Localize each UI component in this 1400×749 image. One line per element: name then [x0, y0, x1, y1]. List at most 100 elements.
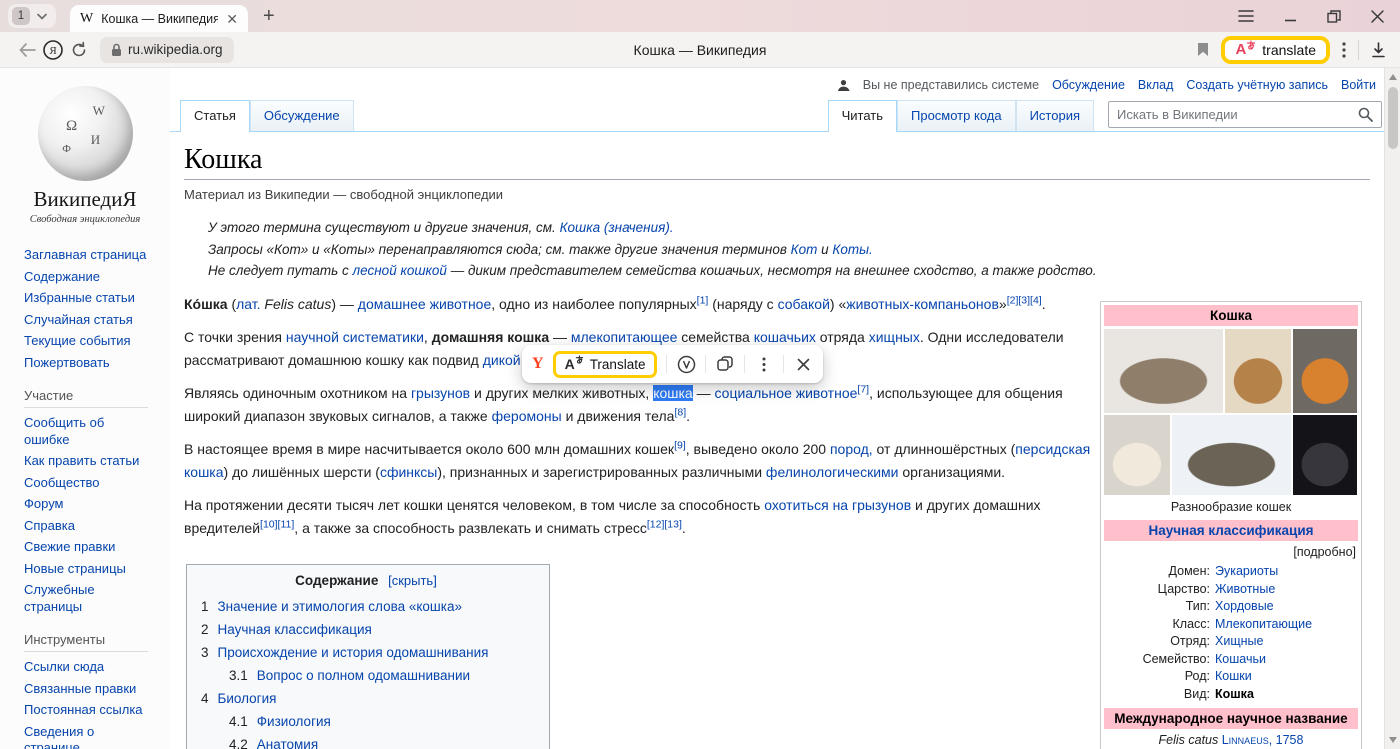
taxonomy-value[interactable]: Кошка — [1215, 686, 1358, 703]
refresh-icon[interactable] — [66, 37, 92, 63]
sidebar-link[interactable]: Новые страницы — [24, 561, 170, 578]
browser-tab-strip: 1 W Кошка — Википедия ✕ + — [0, 0, 1400, 32]
toolbar-translate-button[interactable]: A translate — [1221, 36, 1330, 64]
restore-icon[interactable] — [1327, 10, 1341, 23]
personal-link-contributions[interactable]: Вклад — [1138, 78, 1174, 92]
taxonomy-rank: Отряд: — [1104, 633, 1210, 650]
cat-photo[interactable] — [1225, 329, 1291, 413]
sidebar-link[interactable]: Избранные статьи — [24, 290, 170, 307]
search-icon[interactable] — [1358, 107, 1373, 122]
taxonomy-value[interactable]: Хордовые — [1215, 598, 1358, 615]
binomial-name[interactable]: Felis catus Linnaeus, 1758 — [1104, 729, 1358, 749]
tab-counter-button[interactable]: 1 — [8, 4, 56, 28]
scrollbar-thumb[interactable] — [1388, 87, 1398, 149]
classification-header[interactable]: Научная классификация — [1104, 520, 1358, 541]
toc-hide-toggle[interactable]: [скрыть] — [388, 573, 437, 588]
sidebar-link[interactable]: Сообщество — [24, 475, 170, 492]
toc-item[interactable]: 3.1Вопрос о полном одомашнивании — [201, 664, 531, 687]
tab-close-icon[interactable]: ✕ — [226, 12, 238, 26]
view-tab[interactable]: История — [1016, 100, 1094, 131]
view-tab[interactable]: Просмотр кода — [897, 100, 1016, 131]
copy-icon[interactable] — [715, 354, 735, 374]
cat-photo[interactable] — [1172, 415, 1291, 495]
toc-item-label: Происхождение и история одомашнивания — [218, 645, 489, 660]
wikipedia-favicon: W — [80, 11, 93, 27]
taxonomy-value[interactable]: Животные — [1215, 581, 1358, 598]
sidebar-link[interactable]: Заглавная страница — [24, 247, 170, 264]
toc-item[interactable]: 4Биология — [201, 687, 531, 710]
toc-item[interactable]: 4.2Анатомия — [201, 733, 531, 749]
page-tab[interactable]: Статья — [180, 100, 250, 132]
sidebar-link[interactable]: Содержание — [24, 269, 170, 286]
url-field[interactable]: ru.wikipedia.org — [100, 37, 234, 63]
taxonomy-value[interactable]: Эукариоты — [1215, 563, 1358, 580]
taxonomy-value[interactable]: Млекопитающие — [1215, 616, 1358, 633]
popup-more-icon[interactable] — [754, 354, 774, 374]
sidebar-link[interactable]: Текущие события — [24, 333, 170, 350]
sidebar-link[interactable]: Ссылки сюда — [24, 659, 170, 676]
wikipedia-wordmark: ВикипедиЯ — [0, 187, 170, 212]
cat-photo[interactable] — [1293, 415, 1357, 495]
scrollbar-down-arrow[interactable] — [1389, 737, 1397, 743]
browser-tab[interactable]: W Кошка — Википедия ✕ — [70, 5, 248, 32]
wiki-search-input[interactable] — [1117, 107, 1358, 122]
sidebar-link[interactable]: Сообщить об ошибке — [24, 415, 170, 448]
toc-item[interactable]: 2 Научная классификация — [201, 618, 531, 641]
voice-read-icon[interactable] — [676, 354, 696, 374]
popup-translate-button[interactable]: A Translate — [553, 351, 658, 378]
translate-button-label: translate — [1262, 42, 1316, 58]
cat-photo[interactable] — [1104, 329, 1223, 413]
sidebar-link[interactable]: Справка — [24, 518, 170, 535]
sidebar-link[interactable]: Постоянная ссылка — [24, 702, 170, 719]
sidebar-link[interactable]: Служебные страницы — [24, 582, 170, 615]
page-scrollbar[interactable] — [1384, 68, 1400, 749]
page-tab[interactable]: Обсуждение — [250, 100, 354, 131]
address-bar-actions: A translate — [1197, 36, 1386, 64]
toc-item-number: 2 — [201, 622, 209, 637]
sidebar-link[interactable]: Связанные правки — [24, 681, 170, 698]
sidebar-link[interactable]: Как править статьи — [24, 453, 170, 470]
personal-link-login[interactable]: Войти — [1341, 78, 1376, 92]
toc-item[interactable]: 4.1Физиология — [201, 710, 531, 733]
close-window-icon[interactable] — [1371, 10, 1384, 23]
back-icon[interactable] — [14, 37, 40, 63]
minimize-icon[interactable] — [1284, 10, 1297, 22]
taxobox: Кошка Разнообразие кошек Научная классиф… — [1100, 301, 1362, 749]
toc-item[interactable]: 1Значение и этимология слова «кошка» — [201, 595, 531, 618]
sidebar-link[interactable]: Форум — [24, 496, 170, 513]
tab-title: Кошка — Википедия — [101, 12, 218, 26]
yandex-services-icon[interactable]: Я — [40, 37, 66, 63]
popup-close-icon[interactable] — [793, 354, 813, 374]
scrollbar-up-arrow[interactable] — [1389, 74, 1397, 80]
toc-item[interactable]: 3Происхождение и история одомашнивания — [201, 641, 531, 664]
downloads-icon[interactable] — [1371, 42, 1386, 58]
sidebar-participation-links: Сообщить об ошибке Как править статьи Сооб… — [24, 415, 170, 615]
toc-item-number: 4.1 — [229, 714, 248, 729]
taxonomy-value[interactable]: Кошачьи — [1215, 651, 1358, 668]
new-tab-button[interactable]: + — [263, 6, 275, 26]
hatnotes: У этого термина существуют и другие знач… — [208, 217, 1370, 282]
menu-icon[interactable] — [1238, 10, 1254, 22]
cat-photo[interactable] — [1293, 329, 1357, 413]
toc-item-label: Научная классификация — [218, 622, 372, 637]
taxonomy-value[interactable]: Кошки — [1215, 668, 1358, 685]
classification-details-link[interactable]: [подробно] — [1104, 541, 1358, 561]
wiki-search-box — [1108, 101, 1382, 128]
sidebar-link[interactable]: Свежие правки — [24, 539, 170, 556]
browser-window: 1 W Кошка — Википедия ✕ + Я ru.wikipedia — [0, 0, 1400, 749]
sidebar-link[interactable]: Сведения о странице — [24, 724, 170, 749]
taxonomy-rank: Домен: — [1104, 563, 1210, 580]
cat-photo[interactable] — [1104, 415, 1170, 495]
wikipedia-logo[interactable]: Ω W И Ф — [38, 86, 133, 181]
personal-link-create-account[interactable]: Создать учётную запись — [1186, 78, 1328, 92]
window-controls — [1238, 0, 1384, 32]
view-tab[interactable]: Читать — [828, 100, 897, 132]
sidebar-link[interactable]: Пожертвовать — [24, 355, 170, 372]
taxonomy-value[interactable]: Хищные — [1215, 633, 1358, 650]
yandex-search-icon[interactable]: Y — [532, 355, 544, 373]
more-options-icon[interactable] — [1342, 42, 1346, 58]
personal-link-discussion[interactable]: Обсуждение — [1052, 78, 1125, 92]
view-tabs: ЧитатьПросмотр кодаИстория — [828, 100, 1094, 131]
sidebar-link[interactable]: Случайная статья — [24, 312, 170, 329]
bookmark-icon[interactable] — [1197, 42, 1209, 57]
